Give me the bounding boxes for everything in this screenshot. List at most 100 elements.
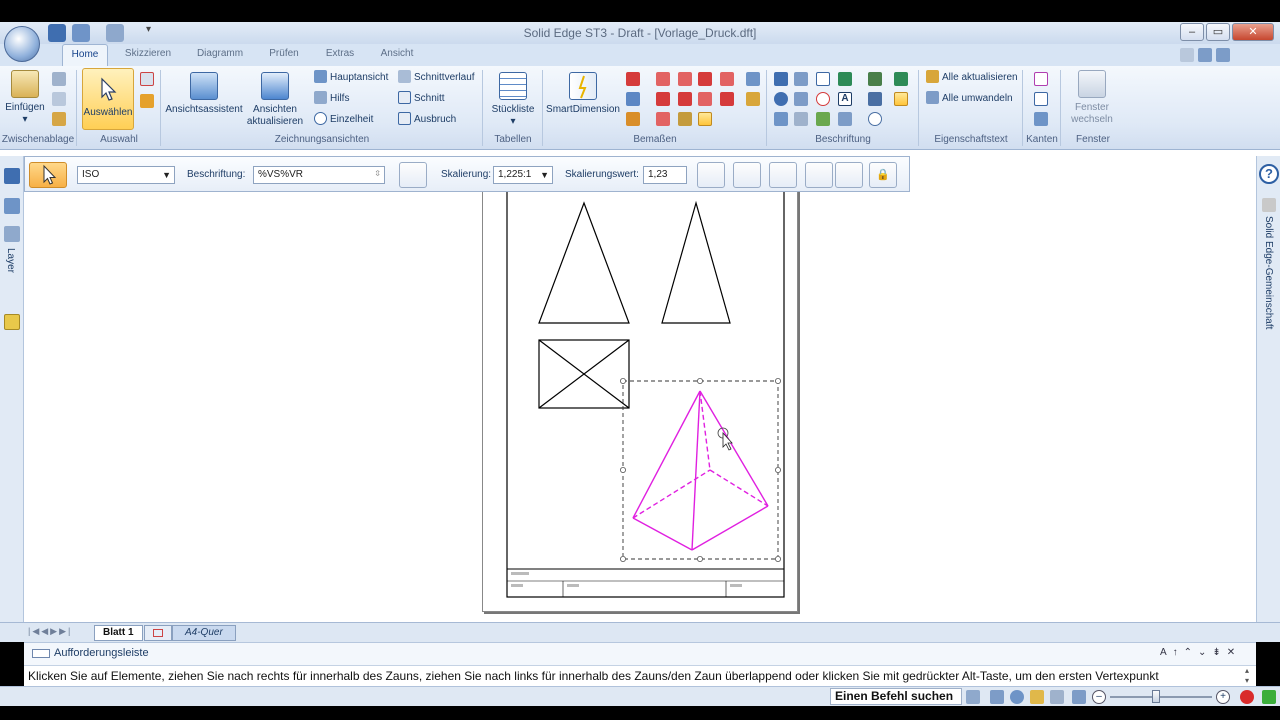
ausbruch-button[interactable]: Ausbruch xyxy=(398,112,456,128)
hilfs-button[interactable]: Hilfs xyxy=(314,91,349,107)
sheet-navigation-arrows-icon[interactable]: |◀◀▶▶| xyxy=(28,626,90,638)
command-search-box[interactable]: Einen Befehl suchen xyxy=(830,688,962,705)
select-tool-button[interactable] xyxy=(29,162,67,188)
zoom-slider-thumb[interactable] xyxy=(1152,690,1160,703)
zoom-view-button[interactable] xyxy=(697,162,725,188)
intersection-point-icon[interactable] xyxy=(656,112,670,126)
hide-edges-icon[interactable] xyxy=(1034,92,1048,106)
edge-painter-icon[interactable] xyxy=(1034,112,1048,126)
tab-skizzieren[interactable]: Skizzieren xyxy=(118,44,178,66)
selection-fence[interactable] xyxy=(622,380,779,560)
fence-handles[interactable] xyxy=(619,377,781,562)
prompt-scroll-icon[interactable]: ▴ ▾ xyxy=(1240,666,1254,686)
caption-format-button[interactable] xyxy=(399,162,427,188)
shaded-view-button[interactable] xyxy=(805,162,833,188)
view-properties-button[interactable] xyxy=(733,162,761,188)
select-tool-icon[interactable] xyxy=(140,72,154,86)
center-mark-circle-icon[interactable] xyxy=(868,112,882,126)
baseline-dimension-icon[interactable] xyxy=(656,92,670,106)
skalierungswert-input[interactable]: 1,23 xyxy=(643,166,687,184)
edit-dimension-icon[interactable] xyxy=(678,112,692,126)
ribbon-options-icon[interactable] xyxy=(1180,48,1194,62)
auswaehlen-button[interactable]: Auswählen xyxy=(82,68,134,130)
background-sheet-tab[interactable] xyxy=(144,625,172,641)
command-finder-icon[interactable] xyxy=(966,690,980,704)
tab-ansicht[interactable]: Ansicht xyxy=(372,44,422,66)
save-icon[interactable] xyxy=(48,24,66,42)
cut-icon[interactable] xyxy=(52,72,66,86)
alle-aktualisieren-button[interactable]: Alle aktualisieren xyxy=(926,70,1018,86)
side-view-triangle[interactable] xyxy=(661,200,731,324)
dimension-axis-icon[interactable] xyxy=(698,112,712,126)
solid-edge-gemeinschaft-tab[interactable]: Solid Edge-Gemeinschaft xyxy=(1263,216,1274,329)
center-line-icon[interactable] xyxy=(868,92,882,106)
connector-icon[interactable] xyxy=(838,112,852,126)
smartdimension-button[interactable]: SmartDimension xyxy=(546,72,620,116)
skalierung-select[interactable]: 1,225:1 ▼ xyxy=(493,166,553,184)
distance-dimension-icon[interactable] xyxy=(626,72,640,86)
pan-icon[interactable] xyxy=(1030,690,1044,704)
chamfer-dimension-icon[interactable] xyxy=(720,72,734,86)
callout-icon[interactable] xyxy=(816,72,830,86)
library-icon[interactable] xyxy=(4,168,20,184)
bolt-hole-circle-icon[interactable] xyxy=(816,112,830,126)
zoom-icon[interactable] xyxy=(1010,690,1024,704)
wireframe-view-button[interactable] xyxy=(835,162,863,188)
zoom-in-icon[interactable]: + xyxy=(1216,690,1230,704)
sheet-view-icon[interactable] xyxy=(1072,690,1086,704)
format-painter-icon[interactable] xyxy=(52,112,66,126)
zoom-slider[interactable] xyxy=(1110,696,1212,698)
feature-control-icon[interactable] xyxy=(774,112,788,126)
fit-icon[interactable] xyxy=(1050,690,1064,704)
close-button[interactable]: ✕ xyxy=(1232,23,1274,41)
tab-pruefen[interactable]: Prüfen xyxy=(260,44,308,66)
drawing-workspace[interactable] xyxy=(0,150,1280,622)
datum-target-icon[interactable] xyxy=(816,92,830,106)
schnitt-button[interactable]: Schnitt xyxy=(398,91,445,107)
customize-quick-access-icon[interactable]: ▾ xyxy=(146,24,158,42)
tab-extras[interactable]: Extras xyxy=(318,44,362,66)
hauptansicht-button[interactable]: Hauptansicht xyxy=(314,70,388,86)
einzelheit-button[interactable]: Einzelheit xyxy=(314,112,373,128)
pathfinder-icon[interactable] xyxy=(4,198,20,214)
undo-icon[interactable] xyxy=(72,24,90,42)
draw-in-view-button[interactable] xyxy=(769,162,797,188)
lock-view-button[interactable]: 🔒 xyxy=(869,162,897,188)
application-menu-button[interactable] xyxy=(4,26,40,62)
between-dimension-icon[interactable] xyxy=(626,92,640,106)
move-dimensions-icon[interactable] xyxy=(626,112,640,126)
balloon-icon[interactable] xyxy=(794,72,808,86)
upload-icon[interactable] xyxy=(1262,690,1276,704)
annotation-extra-icon[interactable] xyxy=(894,72,908,86)
einfuegen-button[interactable]: Einfügen ▾ xyxy=(4,70,46,126)
angle-dimension-icon[interactable] xyxy=(656,72,670,86)
zoom-out-icon[interactable]: – xyxy=(1092,690,1106,704)
dimension-style-icon[interactable] xyxy=(746,72,760,86)
coordinate-dimension-icon[interactable] xyxy=(678,72,692,86)
schnittverlauf-button[interactable]: Schnittverlauf xyxy=(398,70,475,86)
minimize-button[interactable]: – xyxy=(1180,23,1204,41)
ribbon-layout-icon[interactable] xyxy=(1198,48,1212,62)
zoom-area-icon[interactable] xyxy=(990,690,1004,704)
maximize-button[interactable]: ▭ xyxy=(1206,23,1230,41)
fenster-wechseln-button[interactable]: Fenster wechseln xyxy=(1064,70,1120,126)
attach-dimension-icon[interactable] xyxy=(720,92,734,106)
fence-select-icon[interactable] xyxy=(140,94,154,108)
center-mark-icon[interactable] xyxy=(774,92,788,106)
surface-texture-icon[interactable] xyxy=(838,72,852,86)
sheet-tab-a4-quer[interactable]: A4-Quer xyxy=(172,625,236,641)
show-edges-icon[interactable] xyxy=(1034,72,1048,86)
sheet-tab-blatt-1[interactable]: Blatt 1 xyxy=(94,625,143,641)
layer-tab[interactable]: Layer xyxy=(5,248,16,273)
front-view-triangle[interactable] xyxy=(538,201,630,324)
beschriftung-input[interactable]: %VS%VR ⇳ xyxy=(253,166,385,184)
prompt-bar-controls-icon[interactable]: A↑⌃⌄⇟✕ xyxy=(1160,647,1241,658)
leader-icon[interactable] xyxy=(774,72,788,86)
tab-diagramm[interactable]: Diagramm xyxy=(190,44,250,66)
community-icon[interactable] xyxy=(1262,198,1276,212)
symmetric-dimension-icon[interactable] xyxy=(698,72,712,86)
tab-home[interactable]: Home xyxy=(62,44,108,66)
datum-frame-icon[interactable] xyxy=(794,112,808,126)
ansichtsassistent-button[interactable]: Ansichtsassistent xyxy=(164,72,244,116)
edge-condition-icon[interactable] xyxy=(794,92,808,106)
